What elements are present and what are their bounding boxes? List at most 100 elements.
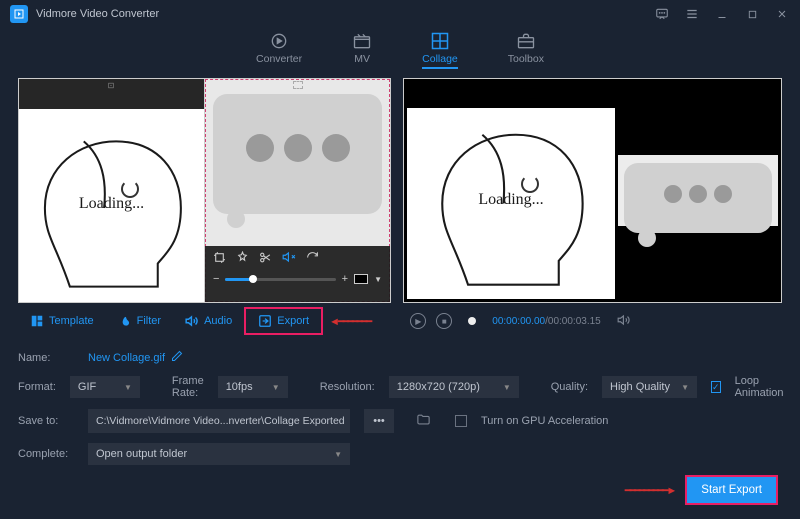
zoom-slider[interactable]	[225, 278, 335, 281]
tab-audio-label: Audio	[204, 315, 232, 327]
time-current: 00:00:00.00	[492, 316, 545, 327]
maximize-icon[interactable]	[744, 6, 760, 22]
quality-label: Quality:	[551, 381, 588, 393]
tab-audio[interactable]: Audio	[173, 309, 244, 333]
format-select[interactable]: GIF▼	[70, 376, 140, 398]
menu-icon[interactable]	[684, 6, 700, 22]
tab-template[interactable]: Template	[18, 309, 106, 333]
res-label: Resolution:	[320, 381, 375, 393]
tab-export[interactable]: Export	[244, 307, 323, 335]
aspect-caret-icon[interactable]: ▼	[374, 275, 382, 284]
nav-toolbox-label: Toolbox	[508, 53, 544, 65]
loop-label: Loop Animation	[735, 375, 784, 399]
collage-editor[interactable]: ⊡ Loading... −	[18, 78, 391, 303]
caret-icon: ▼	[503, 383, 511, 392]
caret-icon: ▼	[681, 383, 689, 392]
play-button[interactable]: ▶	[410, 313, 426, 329]
toolbox-icon	[516, 32, 536, 50]
annotation-arrow-1: ◄━━━━━━━	[329, 315, 370, 328]
tab-template-label: Template	[49, 315, 94, 327]
nav-collage-label: Collage	[422, 53, 458, 65]
volume-icon[interactable]	[617, 313, 631, 330]
gpu-checkbox[interactable]	[455, 415, 467, 427]
loading-text: Loading...	[478, 191, 543, 209]
zoom-in-icon[interactable]: +	[342, 273, 348, 285]
browse-button[interactable]: •••	[364, 409, 394, 433]
preview-cell-left: Loading...	[407, 82, 615, 299]
resize-handle-icon[interactable]	[293, 81, 303, 89]
annotation-arrow-2: ━━━━━━━━━►	[625, 484, 676, 497]
nav-converter[interactable]: Converter	[256, 32, 302, 65]
res-value: 1280x720 (720p)	[397, 381, 480, 393]
timecode: 00:00:00.00/00:00:03.15	[492, 316, 600, 327]
zoom-out-icon[interactable]: −	[213, 273, 219, 285]
quality-select[interactable]: High Quality ▼	[602, 376, 697, 398]
preview-pane: Loading...	[403, 78, 782, 303]
template-icon	[30, 314, 44, 328]
complete-select[interactable]: Open output folder ▼	[88, 443, 350, 465]
name-label: Name:	[18, 352, 74, 364]
mv-icon	[352, 32, 372, 50]
drag-handle-icon[interactable]: ⊡	[108, 81, 116, 90]
gpu-label: Turn on GPU Acceleration	[481, 415, 608, 427]
workarea: ⊡ Loading... −	[0, 78, 800, 303]
tab-filter[interactable]: Filter	[106, 309, 173, 333]
trim-icon[interactable]	[259, 251, 272, 267]
thought-bubble	[213, 94, 382, 214]
start-export-button[interactable]: Start Export	[685, 475, 778, 505]
export-icon	[258, 314, 272, 328]
loading-text: Loading...	[79, 195, 144, 213]
nav-mv[interactable]: MV	[352, 32, 372, 65]
open-folder-icon[interactable]	[416, 412, 431, 430]
minimize-icon[interactable]	[714, 6, 730, 22]
mid-toolbar: Template Filter Audio Export ◄━━━━━━━ ▶ …	[0, 303, 800, 339]
complete-value: Open output folder	[96, 448, 187, 460]
preview-cell-top	[618, 82, 778, 152]
effects-icon[interactable]	[236, 251, 249, 267]
quality-value: High Quality	[610, 381, 670, 393]
rotate-icon[interactable]	[306, 251, 319, 267]
nav-converter-label: Converter	[256, 53, 302, 65]
loop-checkbox[interactable]	[711, 381, 721, 393]
export-form: Name: New Collage.gif Format: GIF▼ Frame…	[0, 339, 800, 476]
saveto-path[interactable]: C:\Vidmore\Vidmore Video...nverter\Colla…	[88, 409, 350, 433]
top-navigation: Converter MV Collage Toolbox	[0, 28, 800, 78]
filter-icon	[118, 314, 132, 328]
nav-toolbox[interactable]: Toolbox	[508, 32, 544, 65]
mute-icon[interactable]	[282, 250, 296, 267]
caret-icon: ▼	[272, 383, 280, 392]
feedback-icon[interactable]	[654, 6, 670, 22]
close-icon[interactable]	[774, 6, 790, 22]
collage-cell-left[interactable]: ⊡ Loading...	[19, 79, 205, 302]
fps-label: Frame Rate:	[172, 375, 204, 399]
tab-filter-label: Filter	[137, 315, 161, 327]
saveto-label: Save to:	[18, 415, 74, 427]
name-value[interactable]: New Collage.gif	[88, 350, 183, 365]
aspect-selector[interactable]	[354, 274, 368, 284]
nav-mv-label: MV	[354, 53, 370, 65]
app-logo-icon	[10, 5, 28, 23]
nav-collage[interactable]: Collage	[422, 32, 458, 69]
time-total: 00:00:03.15	[548, 316, 601, 327]
caret-icon: ▼	[334, 450, 342, 459]
fps-select[interactable]: 10fps ▼	[218, 376, 288, 398]
tab-export-label: Export	[277, 315, 309, 327]
footer: ━━━━━━━━━► Start Export	[625, 475, 778, 505]
audio-icon	[185, 314, 199, 328]
crop-icon[interactable]	[213, 251, 226, 267]
preview-cells-right	[618, 82, 778, 299]
stop-button[interactable]: ■	[436, 313, 452, 329]
collage-cell-right[interactable]: − + ▼	[205, 79, 390, 302]
resolution-select[interactable]: 1280x720 (720p) ▼	[389, 376, 519, 398]
converter-icon	[269, 32, 289, 50]
collage-icon	[430, 32, 450, 50]
complete-label: Complete:	[18, 448, 74, 460]
titlebar: Vidmore Video Converter	[0, 0, 800, 28]
fps-value: 10fps	[226, 381, 253, 393]
app-title: Vidmore Video Converter	[36, 8, 159, 20]
player-controls: ▶ ■ 00:00:00.00/00:00:03.15	[410, 313, 630, 330]
format-label: Format:	[18, 381, 56, 393]
window-controls	[654, 6, 790, 22]
edit-icon[interactable]	[171, 350, 183, 365]
format-value: GIF	[78, 381, 96, 393]
